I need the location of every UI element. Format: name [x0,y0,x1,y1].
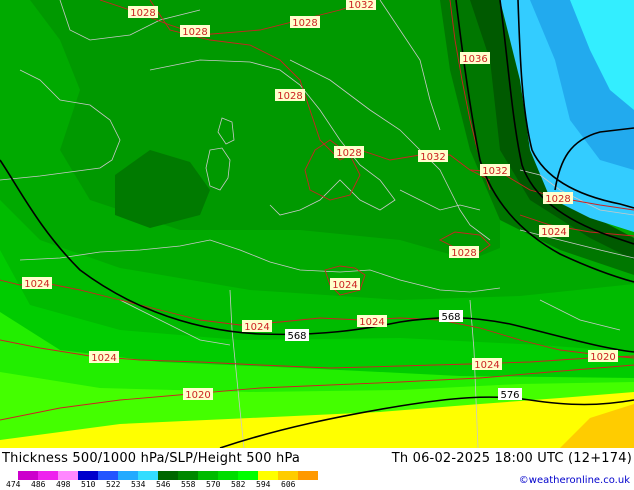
colorbar-tick-label: 570 [206,480,221,489]
slp-label: 1020 [588,350,618,363]
slp-label: 1024 [472,358,502,371]
svg-text:1028: 1028 [130,8,155,19]
svg-text:1020: 1020 [185,390,210,401]
slp-label: 1028 [180,25,210,38]
map-title: Thickness 500/1000 hPa/SLP/Height 500 hP… [2,451,301,466]
slp-label: 1028 [543,192,573,205]
colorbar-tick-label: 606 [281,480,296,489]
slp-label: 1032 [346,0,376,11]
weather-map: 1028 1028 1028 1032 1036 1028 1028 1032 … [0,0,634,449]
svg-text:1028: 1028 [277,91,302,102]
credit-link[interactable]: ©weatheronline.co.uk [519,475,630,486]
slp-label: 1028 [128,6,158,19]
slp-label: 1024 [330,278,360,291]
colorbar-tick-label: 486 [31,480,46,489]
svg-text:568: 568 [287,331,306,342]
colorbar-swatch [118,471,138,480]
svg-text:1028: 1028 [336,148,361,159]
colorbar-swatch [278,471,298,480]
svg-text:1024: 1024 [24,279,49,290]
svg-text:1028: 1028 [292,18,317,29]
colorbar-swatch [18,471,38,480]
colorbar-tick-label: 558 [181,480,196,489]
colorbar-tick-label: 546 [156,480,171,489]
svg-text:1028: 1028 [182,27,207,38]
svg-text:1032: 1032 [348,0,373,11]
svg-text:576: 576 [500,390,519,401]
forecast-time: Th 06-02-2025 18:00 UTC (12+174) [391,451,632,466]
colorbar-tick-label: 474 [6,480,21,489]
svg-text:1036: 1036 [462,54,487,65]
height-label: 568 [439,310,463,323]
svg-text:1020: 1020 [590,352,615,363]
colorbar-swatch [158,471,178,480]
colorbar-swatch [258,471,278,480]
svg-text:1024: 1024 [244,322,269,333]
height-label: 568 [285,329,309,342]
slp-label: 1024 [89,351,119,364]
colorbar-tick-label: 498 [56,480,71,489]
svg-text:1028: 1028 [545,194,570,205]
slp-label: 1028 [449,246,479,259]
svg-text:1024: 1024 [359,317,384,328]
svg-text:568: 568 [441,312,460,323]
slp-label: 1028 [334,146,364,159]
svg-text:1024: 1024 [332,280,357,291]
svg-text:1032: 1032 [420,152,445,163]
colorbar-swatch [78,471,98,480]
colorbar-tick-label: 510 [81,480,96,489]
svg-text:1032: 1032 [482,166,507,177]
legend-footer: Thickness 500/1000 hPa/SLP/Height 500 hP… [0,448,634,490]
slp-label: 1024 [242,320,272,333]
map-canvas: 1028 1028 1028 1032 1036 1028 1028 1032 … [0,0,634,449]
slp-label: 1024 [357,315,387,328]
colorbar-swatch [198,471,218,480]
colorbar-tick-label: 522 [106,480,121,489]
slp-label: 1024 [22,277,52,290]
colorbar-swatch [38,471,58,480]
colorbar-tick-label: 582 [231,480,246,489]
slp-label: 1032 [418,150,448,163]
svg-text:1028: 1028 [451,248,476,259]
slp-label: 1036 [460,52,490,65]
svg-text:1024: 1024 [91,353,116,364]
slp-label: 1020 [183,388,213,401]
colorbar-tick-label: 534 [131,480,146,489]
slp-label: 1028 [275,89,305,102]
colorbar-tick-label: 594 [256,480,271,489]
svg-text:1024: 1024 [541,227,566,238]
colorbar-swatch [58,471,78,480]
colorbar-swatch [138,471,158,480]
colorbar-swatch [218,471,238,480]
slp-label: 1032 [480,164,510,177]
slp-label: 1024 [539,225,569,238]
height-label: 576 [498,388,522,401]
svg-text:1024: 1024 [474,360,499,371]
colorbar-swatch [238,471,258,480]
colorbar-swatch [298,471,318,480]
colorbar-swatch [178,471,198,480]
slp-label: 1028 [290,16,320,29]
colorbar-swatch [98,471,118,480]
